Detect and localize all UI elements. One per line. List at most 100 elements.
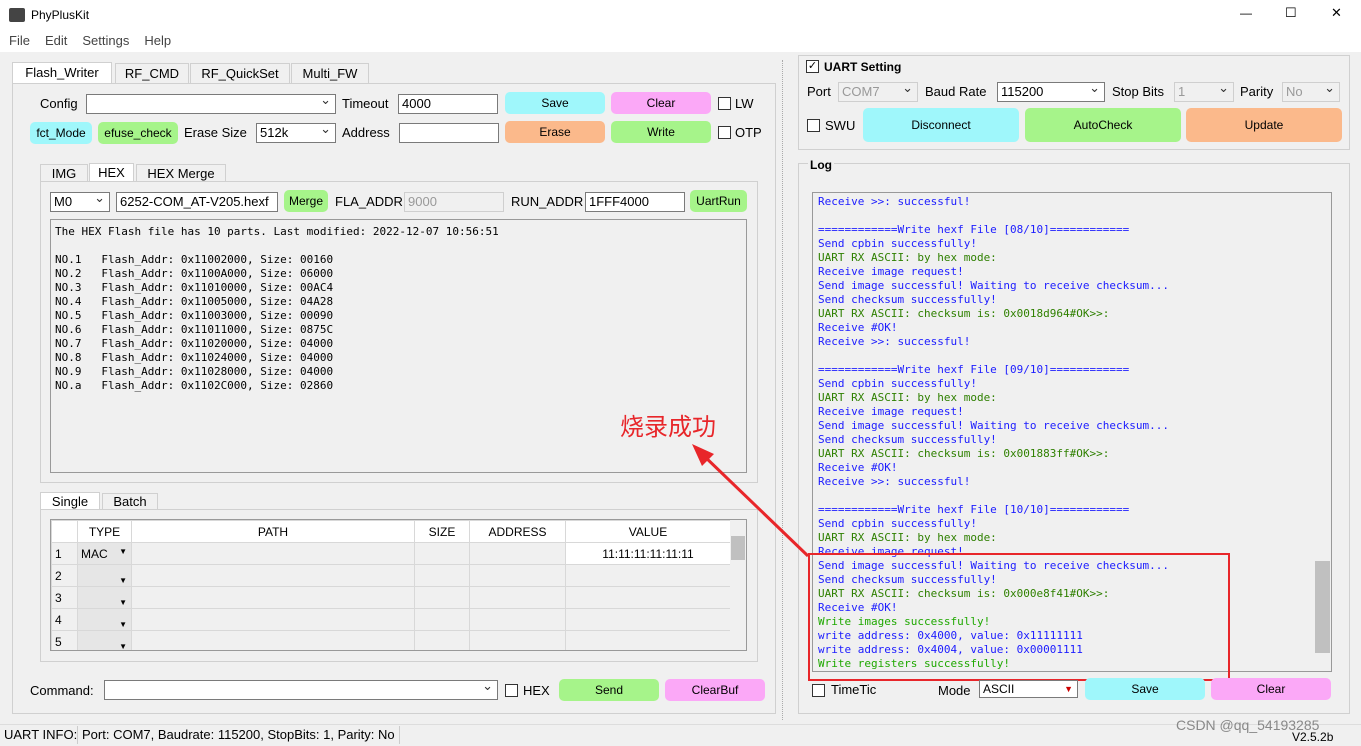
efuse-check-button[interactable]: efuse_check [98,122,178,144]
mode-select[interactable]: M0 [50,189,110,212]
tab-rf-cmd[interactable]: RF_CMD [115,63,189,84]
stop-bits-label: Stop Bits [1112,84,1165,99]
title-bar: PhyPlusKit — ☐ ✕ [0,0,1361,30]
clearbuf-button[interactable]: ClearBuf [665,679,765,701]
clear-button[interactable]: Clear [611,92,711,114]
log-mode-select[interactable]: ASCII ▼ [979,680,1078,698]
hex-checkbox[interactable] [505,684,518,697]
log-save-button[interactable]: Save [1085,678,1205,700]
table-row[interactable]: 5 ▼ [51,630,731,651]
lw-checkbox[interactable] [718,97,731,110]
log-line: UART RX ASCII: by hex mode: [818,391,997,404]
type-select[interactable]: ▼ [77,586,132,609]
log-scrollbar[interactable] [1314,193,1331,671]
autocheck-button[interactable]: AutoCheck [1025,108,1181,142]
timetic-checkbox[interactable] [812,684,825,697]
tab-hex[interactable]: HEX [89,163,134,182]
maximize-button[interactable]: ☐ [1285,5,1297,21]
uartrun-button[interactable]: UartRun [690,190,747,212]
minimize-button[interactable]: — [1240,6,1252,20]
success-highlight-box [808,553,1230,681]
stop-bits-select[interactable]: 1 [1174,79,1234,102]
path-cell[interactable] [131,630,415,650]
menu-file[interactable]: File [9,33,30,48]
erase-size-select[interactable]: 512k [256,120,336,143]
size-cell[interactable] [414,630,470,650]
path-cell[interactable] [131,608,415,631]
status-label: UART INFO: [4,727,78,742]
command-input[interactable] [104,677,498,700]
address-cell[interactable] [469,542,566,565]
tab-flash-writer[interactable]: Flash_Writer [12,62,112,84]
log-clear-button[interactable]: Clear [1211,678,1331,700]
value-cell[interactable] [565,630,731,650]
fla-addr-input[interactable]: 9000 [404,192,504,212]
path-cell[interactable] [131,586,415,609]
address-cell[interactable] [469,630,566,650]
address-cell[interactable] [469,608,566,631]
type-select[interactable]: ▼ [77,564,132,587]
log-line: UART RX ASCII: by hex mode: [818,251,997,264]
annotation-text: 烧录成功 [620,414,716,441]
size-cell[interactable] [414,608,470,631]
save-button[interactable]: Save [505,92,605,114]
erase-button[interactable]: Erase [505,121,605,143]
hex-output-line [55,239,742,253]
row-index: 2 [51,564,78,587]
table-row[interactable]: 3 ▼ [51,586,731,609]
write-button[interactable]: Write [611,121,711,143]
tab-rf-quickset[interactable]: RF_QuickSet [190,63,290,84]
col-size: SIZE [414,520,470,543]
close-button[interactable]: ✕ [1331,5,1342,21]
param-table: TYPE PATH SIZE ADDRESS VALUE 1 MAC ▼ 11:11:… [50,519,747,651]
config-select[interactable] [86,91,336,114]
tab-img[interactable]: IMG [40,164,88,182]
path-cell[interactable] [131,542,415,565]
menu-edit[interactable]: Edit [45,33,67,48]
swu-checkbox[interactable] [807,119,820,132]
baud-select[interactable]: 115200 [997,79,1105,102]
address-cell[interactable] [469,586,566,609]
tab-single[interactable]: Single [40,492,100,510]
type-value: MAC [81,546,108,561]
left-scrollbar[interactable] [782,60,792,720]
address-input[interactable] [399,123,499,143]
update-button[interactable]: Update [1186,108,1342,142]
value-cell[interactable] [565,586,731,609]
path-cell[interactable] [131,564,415,587]
fla-addr-label: FLA_ADDR [335,194,403,209]
address-label: Address [342,125,390,140]
table-row[interactable]: 1 MAC ▼ 11:11:11:11:11:11 [51,542,731,565]
size-cell[interactable] [414,542,470,565]
tab-batch[interactable]: Batch [102,493,158,510]
fct-mode-button[interactable]: fct_Mode [30,122,92,144]
type-select[interactable]: ▼ [77,630,132,651]
menu-settings[interactable]: Settings [82,33,129,48]
row-index: 1 [51,542,78,565]
tab-multi-fw[interactable]: Multi_FW [291,63,369,84]
table-row[interactable]: 4 ▼ [51,608,731,631]
size-cell[interactable] [414,564,470,587]
lw-label: LW [735,96,754,111]
disconnect-button[interactable]: Disconnect [863,108,1019,142]
uart-setting-checkbox[interactable]: ✓ [806,60,819,73]
window-title: PhyPlusKit [31,8,90,22]
timeout-input[interactable]: 4000 [398,94,498,114]
menu-help[interactable]: Help [144,33,171,48]
tab-hex-merge[interactable]: HEX Merge [136,164,226,182]
hex-file-input[interactable]: 6252-COM_AT-V205.hexf [116,192,278,212]
run-addr-input[interactable]: 1FFF4000 [585,192,685,212]
otp-checkbox[interactable] [718,126,731,139]
parity-select[interactable]: No [1282,79,1340,102]
type-select[interactable]: MAC ▼ [77,542,132,565]
size-cell[interactable] [414,586,470,609]
value-cell[interactable] [565,608,731,631]
type-select[interactable]: ▼ [77,608,132,631]
table-row[interactable]: 2 ▼ [51,564,731,587]
merge-button[interactable]: Merge [284,190,328,212]
address-cell[interactable] [469,564,566,587]
port-select[interactable]: COM7 [838,79,918,102]
chevron-down-icon: ▼ [119,641,127,651]
send-button[interactable]: Send [559,679,659,701]
